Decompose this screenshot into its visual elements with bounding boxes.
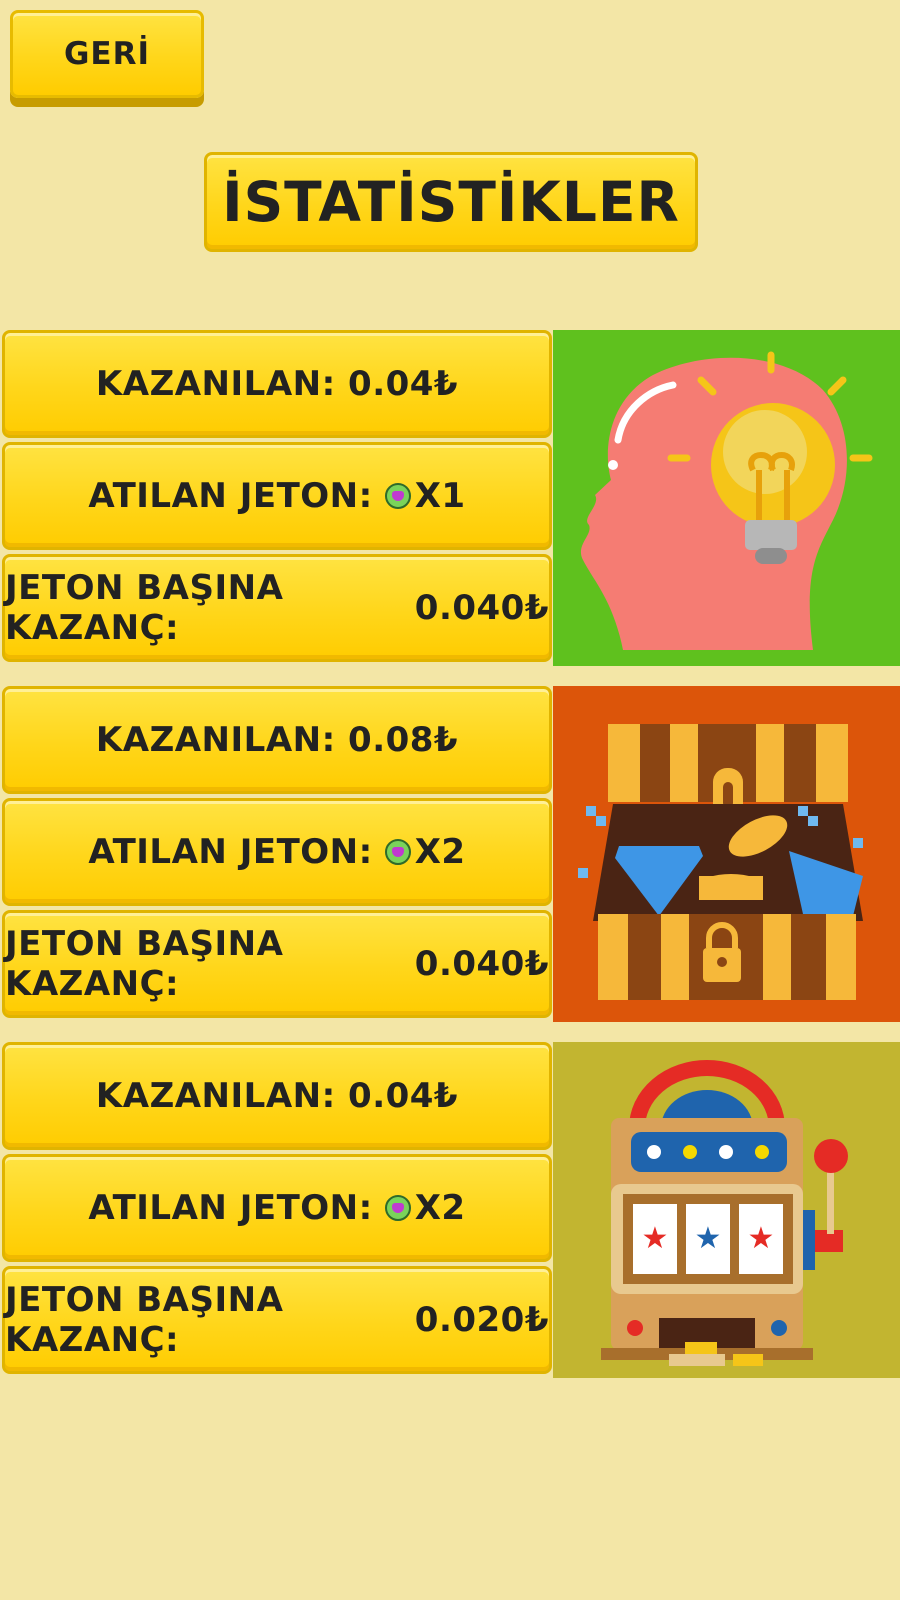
per-coin-row: JETON BAŞINA KAZANÇ: 0.040₺ <box>2 554 552 662</box>
earned-label: KAZANILAN: <box>95 720 336 760</box>
earned-row: KAZANILAN: 0.04₺ <box>2 1042 552 1150</box>
coins-label: ATILAN JETON: <box>88 1188 373 1228</box>
brain-idea-icon <box>553 330 900 666</box>
per-coin-label: JETON BAŞINA KAZANÇ: <box>5 924 284 1004</box>
jeton-coin-icon <box>384 483 411 509</box>
stats-group-2: KAZANILAN: 0.08₺ ATILAN JETON: X2 JETON B… <box>0 686 900 1022</box>
coins-label: ATILAN JETON: <box>88 832 373 872</box>
coins-row: ATILAN JETON: X2 <box>2 1154 552 1262</box>
earned-label: KAZANILAN: <box>95 1076 336 1116</box>
per-coin-row: JETON BAŞINA KAZANÇ: 0.040₺ <box>2 910 552 1018</box>
earned-value: 0.04₺ <box>348 364 459 404</box>
per-coin-value: 0.040₺ <box>414 588 549 628</box>
per-coin-label: JETON BAŞINA KAZANÇ: <box>5 568 284 648</box>
jeton-coin-icon <box>384 839 411 865</box>
earned-value: 0.08₺ <box>348 720 459 760</box>
page-title: İSTATİSTİKLER <box>204 152 698 252</box>
per-coin-label: JETON BAŞINA KAZANÇ: <box>5 1280 284 1360</box>
svg-text:★: ★ <box>748 1221 775 1256</box>
svg-text:★: ★ <box>695 1221 722 1256</box>
treasure-chest-icon <box>553 686 900 1022</box>
earned-label: KAZANILAN: <box>95 364 336 404</box>
coins-row: ATILAN JETON: X2 <box>2 798 552 906</box>
per-coin-value: 0.020₺ <box>414 1300 549 1340</box>
per-coin-row: JETON BAŞINA KAZANÇ: 0.020₺ <box>2 1266 552 1374</box>
svg-text:★: ★ <box>642 1221 669 1256</box>
stats-group-3: KAZANILAN: 0.04₺ ATILAN JETON: X2 JETON B… <box>0 1042 900 1378</box>
stats-group-1: KAZANILAN: 0.04₺ ATILAN JETON: X1 JETON B… <box>0 330 900 666</box>
earned-value: 0.04₺ <box>348 1076 459 1116</box>
earned-row: KAZANILAN: 0.04₺ <box>2 330 552 438</box>
per-coin-value: 0.040₺ <box>414 944 549 984</box>
coins-value: X2 <box>414 1188 466 1228</box>
coins-value: X2 <box>414 832 466 872</box>
back-button[interactable]: GERİ <box>10 10 204 98</box>
coins-row: ATILAN JETON: X1 <box>2 442 552 550</box>
coins-value: X1 <box>414 476 466 516</box>
jeton-coin-icon <box>384 1195 411 1221</box>
slot-machine-icon: ★ ★ ★ <box>553 1042 900 1378</box>
coins-label: ATILAN JETON: <box>88 476 373 516</box>
earned-row: KAZANILAN: 0.08₺ <box>2 686 552 794</box>
